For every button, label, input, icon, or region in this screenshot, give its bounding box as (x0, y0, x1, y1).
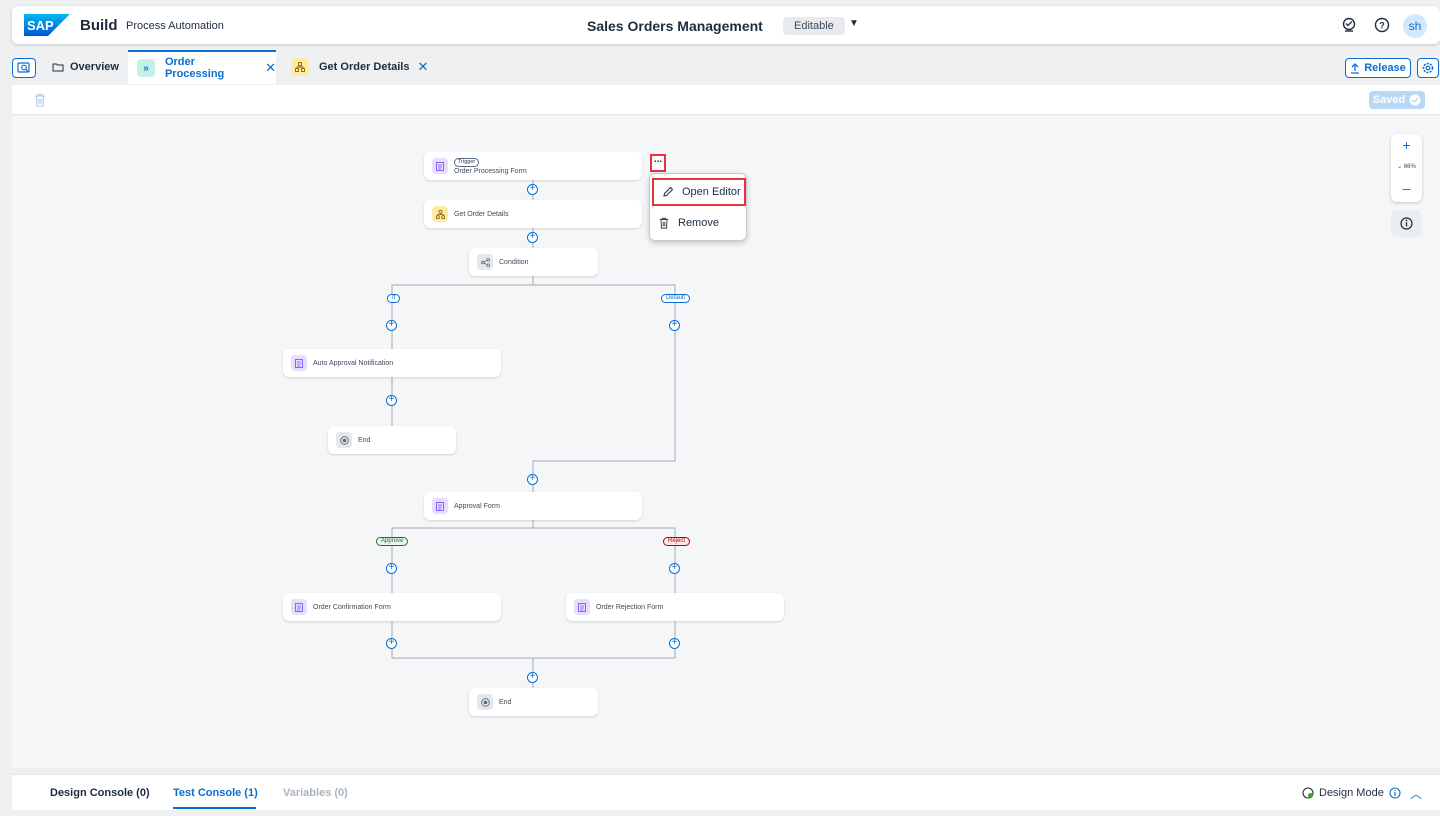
node-approval-form[interactable]: Approval Form (424, 492, 642, 520)
project-title: Sales Orders Management (587, 18, 763, 34)
design-mode-indicator[interactable]: Design Mode (1302, 787, 1401, 799)
help-icon[interactable]: ? (1374, 17, 1390, 33)
add-step-button[interactable]: + (386, 395, 397, 406)
condition-icon (477, 254, 493, 270)
node-end-2[interactable]: End (469, 688, 598, 716)
design-mode-icon (1302, 787, 1314, 799)
info-icon[interactable] (1389, 787, 1401, 799)
add-step-button[interactable]: + (669, 563, 680, 574)
delete-icon (659, 217, 669, 229)
zoom-in-button[interactable]: + (1391, 137, 1422, 153)
tab-variables[interactable]: Variables (0) (283, 787, 348, 799)
tab-test-console[interactable]: Test Console (1) (173, 787, 258, 799)
svg-text:?: ? (1379, 21, 1385, 31)
form-icon (291, 355, 307, 371)
context-menu: Open Editor Remove (649, 173, 747, 241)
product-name: Process Automation (126, 20, 224, 32)
zoom-controls: + ⌄ 66% – (1391, 134, 1422, 202)
add-step-button[interactable]: + (386, 638, 397, 649)
close-icon[interactable]: ✕ (265, 60, 276, 76)
branch-tag-default[interactable]: Default (661, 294, 691, 303)
node-get-order-details[interactable]: Get Order Details (424, 200, 642, 228)
tab-order-processing[interactable]: » Order Processing ✕ (128, 50, 276, 84)
branch-tag-approve[interactable]: Approve (376, 537, 409, 546)
add-step-button[interactable]: + (527, 232, 538, 243)
process-icon: » (137, 59, 155, 77)
node-order-processing-form[interactable]: Trigger Order Processing Form (424, 152, 642, 180)
settings-button[interactable] (1417, 58, 1439, 78)
node-order-confirmation-form[interactable]: Order Confirmation Form (283, 593, 501, 621)
info-button[interactable] (1391, 210, 1422, 237)
release-button[interactable]: Release (1345, 58, 1411, 78)
tab-bar: Overview » Order Processing ✕ Get Order … (0, 50, 1440, 84)
saved-status: Saved (1369, 91, 1425, 109)
node-end-1[interactable]: End (328, 426, 456, 454)
node-condition[interactable]: Condition (469, 248, 598, 276)
open-editor-menu-item[interactable]: Open Editor (652, 178, 746, 206)
search-button[interactable] (12, 58, 36, 78)
sap-logo[interactable]: SAP (24, 14, 70, 36)
end-icon (336, 432, 352, 448)
add-step-button[interactable]: + (386, 320, 397, 331)
tab-get-order-details[interactable]: Get Order Details ✕ (291, 50, 428, 84)
form-icon (432, 498, 448, 514)
add-step-button[interactable]: + (669, 320, 680, 331)
trigger-tag: Trigger (454, 157, 480, 167)
add-step-button[interactable]: + (527, 184, 538, 195)
status-badge[interactable]: Editable (783, 17, 845, 35)
shell-bar: SAP Build Process Automation Sales Order… (12, 6, 1440, 44)
add-step-button[interactable]: + (386, 563, 397, 574)
remove-menu-item[interactable]: Remove (650, 208, 746, 238)
console-panel: Design Console (0) Test Console (1) Vari… (12, 774, 1440, 810)
chevron-up-icon[interactable]: ︿ (1410, 785, 1422, 802)
add-step-button[interactable]: + (669, 638, 680, 649)
end-icon (477, 694, 493, 710)
add-step-button[interactable]: + (527, 474, 538, 485)
more-options-button[interactable]: ... (650, 154, 666, 172)
add-step-button[interactable]: + (527, 672, 538, 683)
subprocess-icon (291, 58, 309, 76)
process-canvas[interactable]: Trigger Order Processing Form Get Order … (12, 116, 1440, 768)
svg-text:SAP: SAP (27, 18, 54, 33)
feedback-icon[interactable] (1341, 17, 1357, 33)
edit-icon (663, 186, 674, 197)
brand-name: Build (80, 17, 118, 34)
search-icon (17, 62, 30, 73)
form-icon (291, 599, 307, 615)
zoom-level[interactable]: ⌄ 66% (1391, 163, 1422, 170)
check-circle-icon (1409, 94, 1421, 106)
folder-icon (52, 63, 64, 72)
active-tab-indicator (173, 807, 256, 809)
tab-overview[interactable]: Overview (52, 50, 119, 84)
upload-icon (1351, 62, 1360, 74)
node-auto-approval-notification[interactable]: Auto Approval Notification (283, 349, 501, 377)
delete-icon[interactable] (34, 93, 46, 107)
zoom-out-button[interactable]: – (1391, 180, 1422, 196)
form-icon (574, 599, 590, 615)
caret-down-icon[interactable]: ▼ (849, 18, 859, 29)
branch-tag-reject[interactable]: Reject (663, 537, 691, 546)
user-avatar[interactable]: sh (1403, 14, 1427, 38)
subprocess-icon (432, 206, 448, 222)
info-icon (1400, 217, 1413, 230)
node-order-rejection-form[interactable]: Order Rejection Form (566, 593, 784, 621)
form-icon (432, 158, 448, 174)
gear-icon (1422, 62, 1434, 74)
close-icon[interactable]: ✕ (417, 59, 428, 75)
branch-tag-if[interactable]: If (387, 294, 401, 303)
canvas-toolbar: Saved (12, 85, 1440, 115)
tab-design-console[interactable]: Design Console (0) (50, 787, 150, 799)
